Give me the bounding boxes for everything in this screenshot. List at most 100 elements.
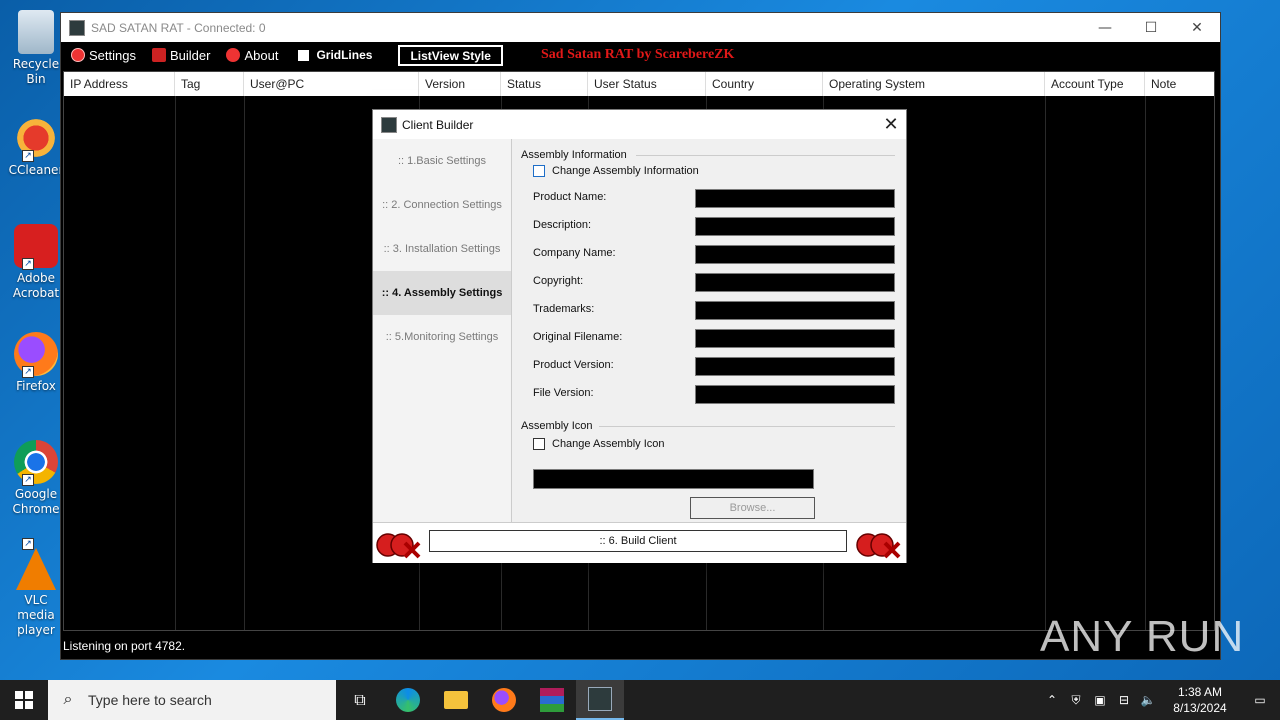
column-header[interactable]: IP Address <box>64 72 175 96</box>
column-header[interactable]: Country <box>706 72 823 96</box>
taskbar-search[interactable]: ⌕ Type here to search <box>48 680 336 720</box>
clock[interactable]: 1:38 AM 8/13/2024 <box>1160 684 1240 716</box>
folder-icon <box>444 691 468 709</box>
dialog-title: Client Builder <box>402 117 474 132</box>
grid-line <box>1145 96 1146 630</box>
column-header[interactable]: Account Type <box>1045 72 1145 96</box>
desktop-icon-ccleaner[interactable]: ↗ CCleaner <box>4 116 68 178</box>
chevron-up-icon[interactable]: ⌃ <box>1040 693 1064 707</box>
device-icon[interactable]: ▣ <box>1088 693 1112 707</box>
change-icon-checkbox[interactable] <box>533 438 545 450</box>
field-label: Trademarks: <box>533 303 595 315</box>
menu-builder[interactable]: Builder <box>151 48 210 63</box>
description-input[interactable] <box>695 217 895 236</box>
app-icon <box>381 116 397 133</box>
desktop-icon-adobe-acrobat[interactable]: ↗ Adobe Acrobat <box>4 224 68 301</box>
nav-assembly-settings[interactable]: :: 4. Assembly Settings <box>373 271 511 315</box>
assembly-icon-group-label: Assembly Icon <box>521 420 593 432</box>
product-name-input[interactable] <box>695 189 895 208</box>
vlc-icon: ↗ <box>16 538 56 590</box>
icon-path-input[interactable] <box>533 469 814 489</box>
network-icon[interactable]: ⊟ <box>1112 693 1136 707</box>
copyright-input[interactable] <box>695 273 895 292</box>
nav-connection-settings[interactable]: :: 2. Connection Settings <box>373 183 511 227</box>
column-header[interactable]: Status <box>501 72 588 96</box>
recycle-bin-icon <box>18 10 54 54</box>
shortcut-arrow-icon: ↗ <box>22 258 34 270</box>
taskbar-firefox[interactable] <box>480 680 528 720</box>
chrome-icon: ↗ <box>14 440 58 486</box>
info-icon <box>226 48 241 62</box>
desktop-icon-label: VLC media player <box>17 593 55 637</box>
change-info-checkbox[interactable] <box>533 165 545 177</box>
settings-icon <box>71 48 85 62</box>
maximize-button[interactable]: ☐ <box>1128 13 1174 42</box>
close-button[interactable]: ✕ <box>1174 13 1220 42</box>
change-icon-row[interactable]: Change Assembly Icon <box>533 438 665 450</box>
product-version-input[interactable] <box>695 357 895 376</box>
taskbar-file-explorer[interactable] <box>432 680 480 720</box>
field-label: Copyright: <box>533 275 584 287</box>
shortcut-arrow-icon: ↗ <box>22 150 34 162</box>
listview-style-button[interactable]: ListView Style <box>398 44 503 66</box>
rat-app-icon <box>588 687 612 711</box>
rat-logo-icon <box>376 533 421 559</box>
listview-header: IP Address Tag User@PC Version Status Us… <box>64 72 1214 96</box>
watermark: ANY RUN <box>1040 612 1245 661</box>
field-label: Company Name: <box>533 247 616 259</box>
grid-line <box>175 96 176 630</box>
start-button[interactable] <box>0 680 48 720</box>
firefox-icon <box>492 688 516 712</box>
volume-icon[interactable]: 🔈 <box>1136 693 1160 707</box>
column-header[interactable]: Version <box>419 72 501 96</box>
grid-line <box>1045 96 1046 630</box>
search-icon: ⌕ <box>63 691 73 708</box>
change-info-row[interactable]: Change Assembly Information <box>533 165 699 177</box>
nav-basic-settings[interactable]: :: 1.Basic Settings <box>373 139 511 183</box>
company-name-input[interactable] <box>695 245 895 264</box>
column-header[interactable]: Tag <box>175 72 244 96</box>
grid-line <box>244 96 245 630</box>
trademarks-input[interactable] <box>695 301 895 320</box>
notifications-icon[interactable]: ▭ <box>1240 693 1280 707</box>
clock-time: 1:38 AM <box>1177 685 1223 699</box>
desktop-icon-chrome[interactable]: ↗ Google Chrome <box>4 440 68 517</box>
desktop-icon-firefox[interactable]: ↗ Firefox <box>4 332 68 394</box>
nav-installation-settings[interactable]: :: 3. Installation Settings <box>373 227 511 271</box>
desktop-icon-vlc[interactable]: ↗ VLC media player <box>4 538 68 638</box>
clock-date: 8/13/2024 <box>1173 701 1227 715</box>
field-label: Original Filename: <box>533 331 623 343</box>
menubar: Settings Builder About GridLines ListVie… <box>61 42 1220 68</box>
gridlines-checkbox[interactable] <box>298 49 310 61</box>
dialog-close-button[interactable]: ✕ <box>876 114 906 135</box>
menu-label: Settings <box>89 47 136 63</box>
menu-settings[interactable]: Settings <box>71 48 136 63</box>
desktop-icon-recycle-bin[interactable]: Recycle Bin <box>4 10 68 87</box>
file-version-input[interactable] <box>695 385 895 404</box>
taskbar-edge[interactable] <box>384 680 432 720</box>
window-title: SAD SATAN RAT - Connected: 0 <box>91 20 266 35</box>
system-tray: ⌃ ⛨ ▣ ⊟ 🔈 1:38 AM 8/13/2024 ▭ <box>1040 680 1280 720</box>
build-client-button[interactable]: :: 6. Build Client <box>429 530 847 552</box>
taskbar-sad-satan-rat[interactable] <box>576 680 624 720</box>
taskbar-winrar[interactable] <box>528 680 576 720</box>
menu-about[interactable]: About <box>226 48 278 63</box>
column-header[interactable]: Operating System <box>823 72 1045 96</box>
column-header[interactable]: Note <box>1145 72 1214 96</box>
nav-monitoring-settings[interactable]: :: 5.Monitoring Settings <box>373 315 511 359</box>
minimize-button[interactable]: — <box>1082 13 1128 42</box>
original-filename-input[interactable] <box>695 329 895 348</box>
group-divider <box>599 426 895 427</box>
column-header[interactable]: User@PC <box>244 72 419 96</box>
task-view-button[interactable]: ⧉ <box>336 680 384 720</box>
security-icon[interactable]: ⛨ <box>1064 693 1088 708</box>
dialog-titlebar: Client Builder ✕ <box>373 110 906 139</box>
field-label: Description: <box>533 219 592 231</box>
group-divider <box>636 155 895 156</box>
browse-button[interactable]: Browse... <box>690 497 815 519</box>
builder-nav: :: 1.Basic Settings :: 2. Connection Set… <box>373 139 512 522</box>
gridlines-toggle[interactable]: GridLines <box>298 48 372 62</box>
column-header[interactable]: User Status <box>588 72 706 96</box>
client-builder-dialog: Client Builder ✕ :: 1.Basic Settings :: … <box>372 109 907 563</box>
dialog-footer: :: 6. Build Client <box>373 522 906 563</box>
